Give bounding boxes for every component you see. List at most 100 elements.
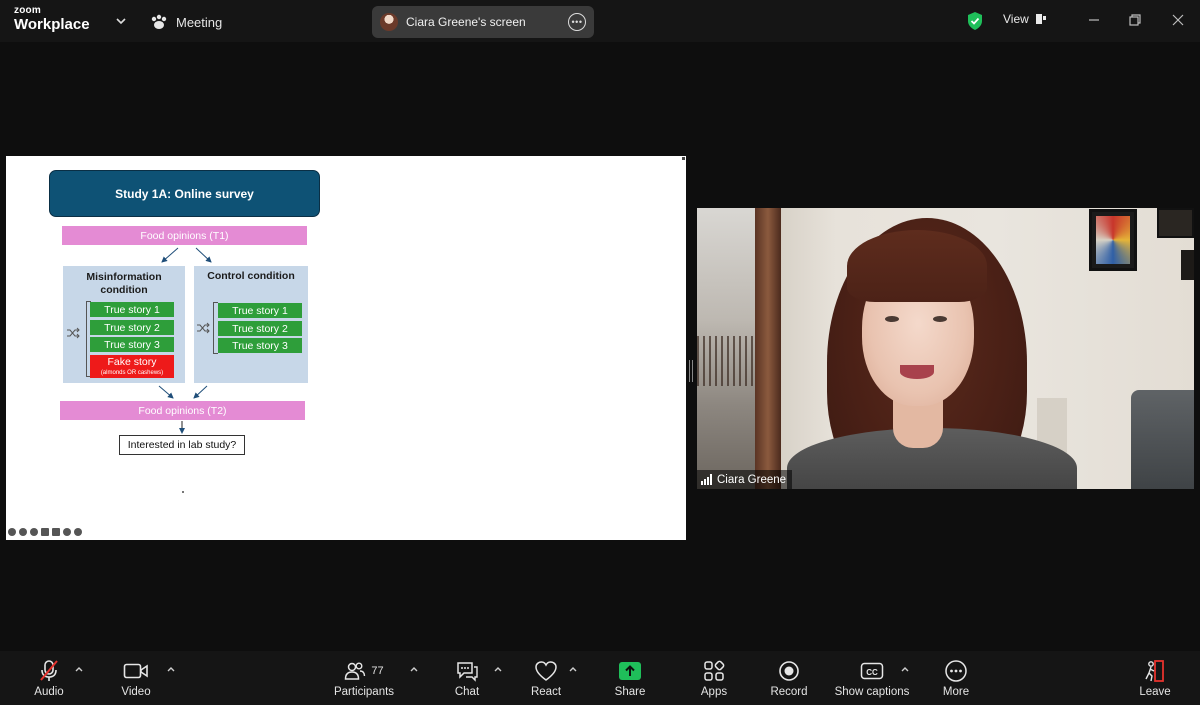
true-story-1-box: True story 1 — [218, 303, 302, 318]
captions-label: Show captions — [834, 686, 910, 698]
audio-label: Audio — [34, 686, 64, 698]
video-camera-icon — [123, 663, 148, 679]
chat-button[interactable]: Chat — [447, 659, 487, 701]
participant-video-tile[interactable]: Ciara Greene — [697, 208, 1194, 489]
shuffle-icon — [197, 322, 210, 334]
participants-count: 77 — [371, 665, 384, 677]
panel-resize-handle[interactable] — [689, 360, 693, 382]
more-options-icon[interactable]: ••• — [568, 13, 586, 31]
chevron-up-icon[interactable] — [74, 665, 84, 673]
fake-story-label: Fake story — [107, 356, 157, 369]
video-button[interactable]: Video — [116, 659, 156, 701]
leave-button[interactable]: Leave — [1135, 659, 1175, 701]
more-button[interactable]: More — [936, 659, 976, 701]
apps-label: Apps — [700, 686, 728, 698]
participant-name-tag: Ciara Greene — [697, 470, 793, 489]
leave-door-icon — [1145, 660, 1164, 682]
apps-icon — [704, 660, 725, 681]
screen-share-indicator[interactable]: Ciara Greene's screen ••• — [372, 6, 594, 38]
logo-zoom-text: zoom — [14, 5, 41, 16]
previous-slide-icon[interactable] — [8, 528, 16, 536]
camera-icon[interactable] — [52, 528, 60, 536]
video-balcony-railing — [697, 336, 755, 386]
video-person-mouth — [900, 365, 934, 379]
participants-label: Participants — [333, 686, 395, 698]
chevron-down-icon[interactable] — [113, 13, 129, 29]
true-story-3-box: True story 3 — [90, 337, 174, 352]
top-bar: zoom Workplace Meeting Ciara Greene's sc… — [0, 0, 1200, 42]
next-slide-icon[interactable] — [74, 528, 82, 536]
meeting-toolbar: Audio Video 77 Participants Chat React S… — [0, 651, 1200, 705]
misinformation-title: Misinformation condition — [86, 271, 162, 297]
svg-text:CC: CC — [866, 668, 878, 677]
zoom-workplace-logo: zoom Workplace — [14, 5, 90, 33]
true-story-2-box: True story 2 — [218, 321, 302, 336]
paw-icon — [151, 14, 167, 29]
chevron-up-icon[interactable] — [900, 665, 910, 673]
slide-presenter-toolbar[interactable] — [8, 528, 82, 538]
view-label: View — [1003, 12, 1029, 26]
minimize-icon[interactable] — [1086, 12, 1102, 28]
pen-icon[interactable] — [19, 528, 27, 536]
fake-story-sub-label: (almonds OR cashews) — [100, 369, 164, 376]
chevron-up-icon[interactable] — [409, 665, 419, 673]
participants-icon — [345, 662, 366, 680]
video-sofa — [1131, 390, 1194, 489]
logo-workplace-text: Workplace — [14, 16, 90, 33]
react-label: React — [530, 686, 562, 698]
food-opinions-t2-box: Food opinions (T2) — [60, 401, 305, 420]
zoom-icon[interactable] — [30, 528, 38, 536]
video-label: Video — [121, 686, 151, 698]
microphone-muted-icon — [40, 660, 58, 681]
security-shield-icon[interactable] — [966, 11, 984, 31]
participant-name: Ciara Greene — [717, 473, 787, 486]
share-screen-button[interactable]: Share — [610, 659, 650, 701]
heart-icon — [535, 661, 557, 681]
video-person-bangs — [847, 230, 987, 302]
video-wall-art — [1181, 250, 1194, 280]
chevron-up-icon[interactable] — [166, 665, 176, 673]
shared-screen-slide: Study 1A: Online survey Food opinions (T… — [6, 156, 686, 540]
leave-label: Leave — [1139, 686, 1171, 698]
restore-icon[interactable] — [1127, 12, 1143, 28]
true-story-2-box: True story 2 — [90, 320, 174, 335]
participants-button[interactable]: 77 Participants — [330, 659, 398, 701]
video-person-eye — [885, 316, 899, 322]
meeting-label: Meeting — [176, 14, 223, 30]
avatar — [380, 13, 398, 31]
apps-button[interactable]: Apps — [694, 659, 734, 701]
react-button[interactable]: React — [526, 659, 566, 701]
audio-button[interactable]: Audio — [29, 659, 69, 701]
more-icon[interactable] — [63, 528, 71, 536]
lab-study-question-box: Interested in lab study? — [119, 435, 245, 455]
slide-corner-mark — [682, 157, 685, 160]
chevron-up-icon[interactable] — [568, 665, 578, 673]
video-person-eye — [933, 316, 947, 322]
record-label: Record — [770, 686, 808, 698]
subtitles-icon[interactable] — [41, 528, 49, 536]
video-wall-art — [1089, 209, 1137, 271]
share-label: Share — [614, 686, 646, 698]
record-button[interactable]: Record — [766, 659, 812, 701]
chat-label: Chat — [454, 686, 480, 698]
share-label: Ciara Greene's screen — [406, 15, 526, 29]
true-story-1-box: True story 1 — [90, 302, 174, 317]
chevron-up-icon[interactable] — [493, 665, 503, 673]
video-wall-art — [1157, 208, 1194, 238]
shuffle-icon — [67, 327, 80, 339]
more-options-icon — [945, 660, 967, 682]
signal-strength-icon — [701, 474, 712, 485]
true-story-3-box: True story 3 — [218, 338, 302, 353]
record-icon — [779, 661, 799, 681]
more-label: More — [942, 686, 970, 698]
fake-story-box: Fake story (almonds OR cashews) — [90, 355, 174, 378]
chat-bubble-icon — [457, 662, 478, 682]
close-icon[interactable] — [1170, 12, 1186, 28]
view-button[interactable]: View — [1003, 12, 1047, 26]
view-layout-icon — [1035, 14, 1046, 24]
closed-captions-icon: CC — [860, 662, 884, 680]
meeting-menu[interactable]: Meeting — [150, 11, 222, 33]
share-screen-icon — [619, 662, 641, 680]
control-title: Control condition — [207, 270, 295, 282]
stray-dot — [182, 491, 184, 493]
